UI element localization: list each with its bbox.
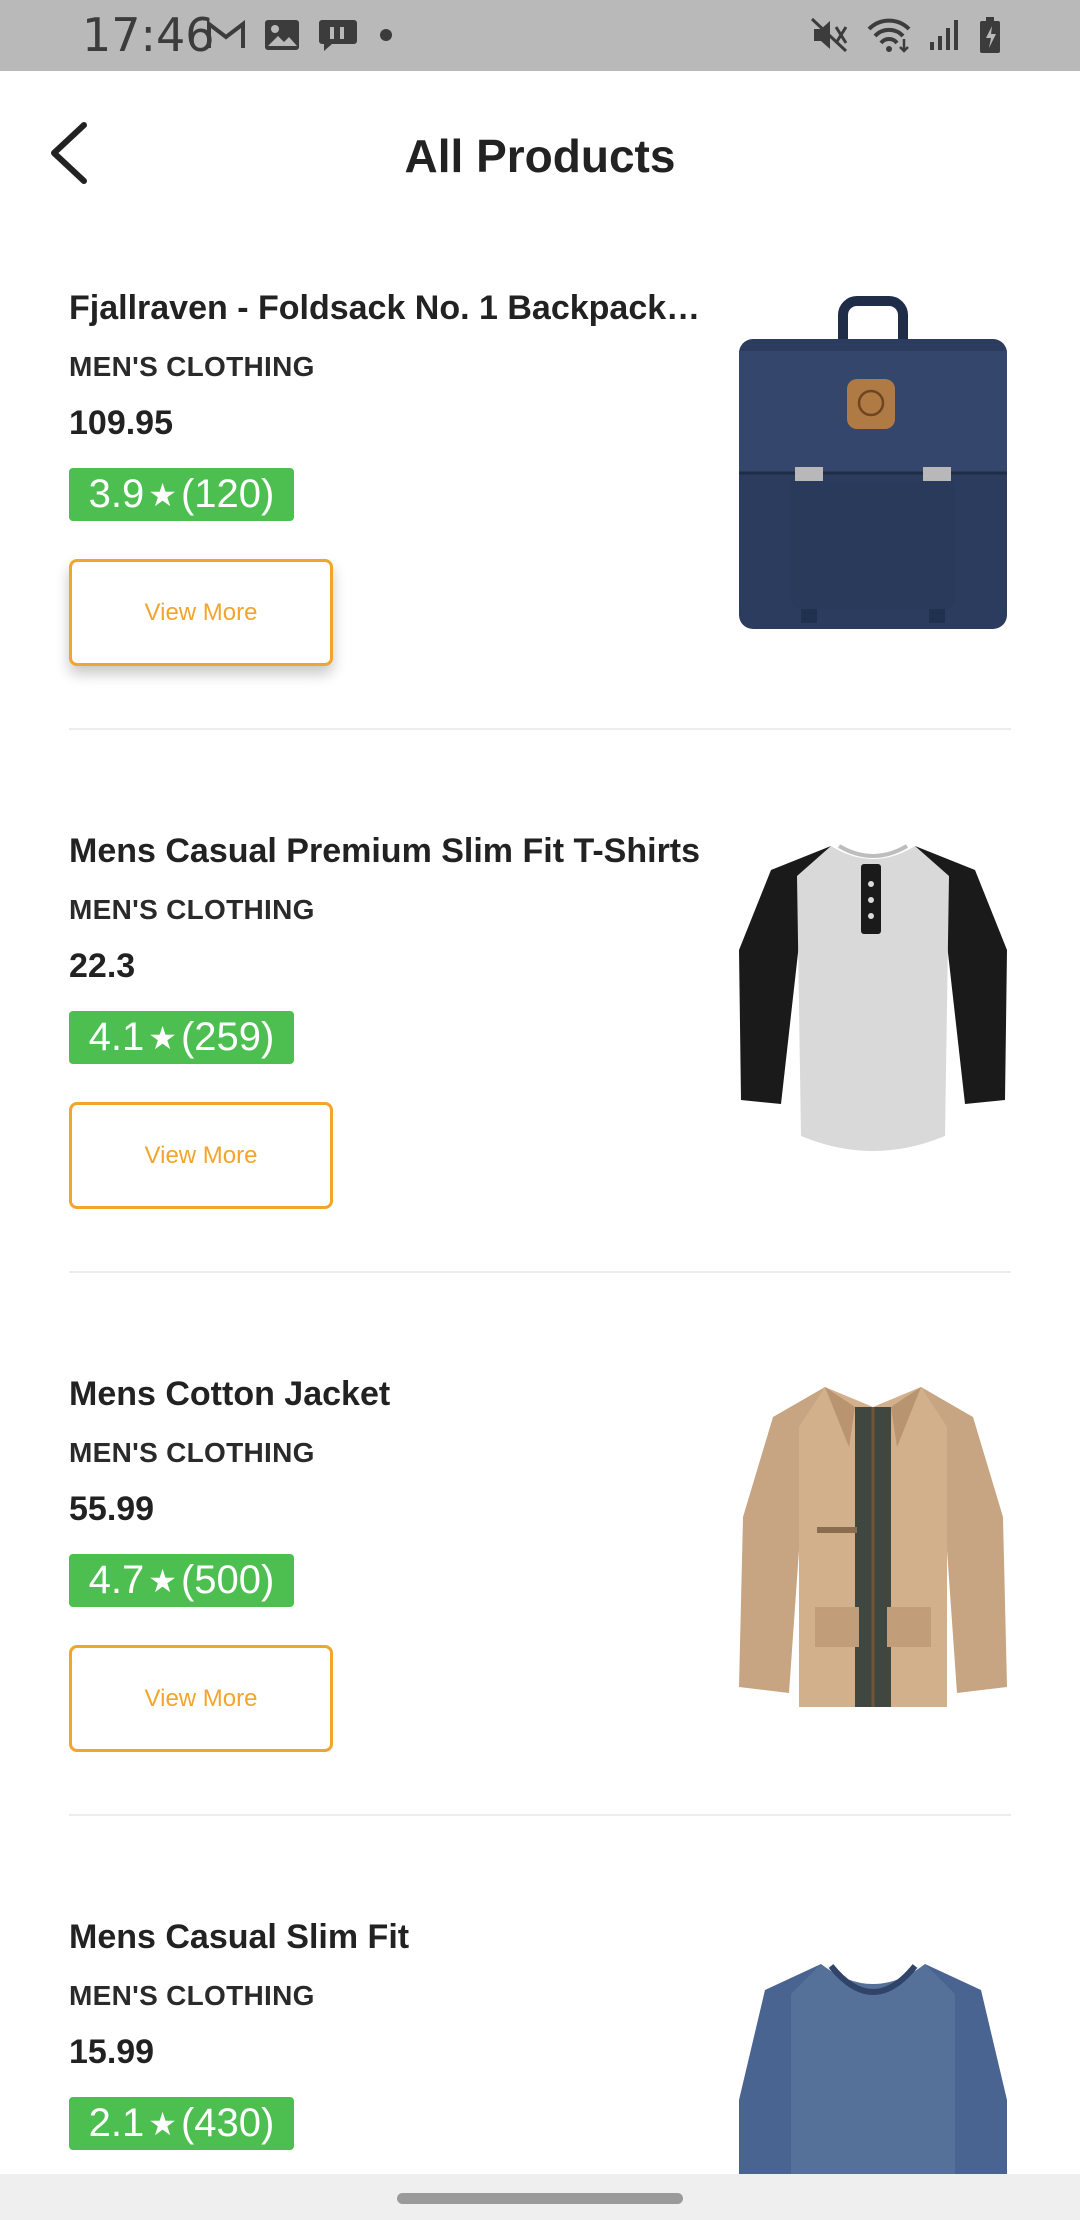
gmail-icon (206, 19, 246, 55)
rating-count: (500) (180, 1558, 275, 1602)
rating-value: 3.9 (88, 472, 145, 516)
rating-badge: 2.1 ★ (430) (69, 2097, 294, 2150)
product-category: MEN'S CLOTHING (69, 1980, 315, 2011)
divider (69, 1271, 1011, 1273)
rating-badge: 3.9 ★ (120) (69, 468, 294, 521)
product-image-tshirt[interactable] (735, 834, 1011, 1174)
status-time: 17:46 (82, 8, 215, 62)
rating-badge: 4.1 ★ (259) (69, 1011, 294, 1064)
rating-badge: 4.7 ★ (500) (69, 1554, 294, 1607)
product-title: Fjallraven - Foldsack No. 1 Backpack, Fi… (69, 289, 709, 327)
page-title: All Products (404, 130, 676, 182)
product-price: 109.95 (69, 404, 173, 442)
signal-icon (928, 18, 962, 57)
product-title: Mens Casual Slim Fit (69, 1918, 410, 1956)
view-more-button[interactable]: View More (69, 1102, 333, 1209)
gallery-icon (264, 19, 300, 56)
product-item[interactable]: Fjallraven - Foldsack No. 1 Backpack, Fi… (69, 241, 1011, 784)
divider (69, 728, 1011, 730)
battery-charging-icon (978, 16, 1002, 59)
product-category: MEN'S CLOTHING (69, 1437, 315, 1468)
wifi-icon (866, 17, 912, 58)
mute-icon (810, 17, 850, 58)
product-title: Mens Cotton Jacket (69, 1375, 391, 1413)
product-image-jacket[interactable] (735, 1377, 1011, 1717)
product-item[interactable]: Mens Casual Slim Fit MEN'S CLOTHING 15.9… (69, 1870, 1011, 2174)
star-icon: ★ (148, 1562, 177, 1599)
product-price: 22.3 (69, 947, 136, 985)
product-item[interactable]: Mens Cotton Jacket MEN'S CLOTHING 55.99 … (69, 1327, 1011, 1870)
rating-value: 2.1 (88, 2101, 145, 2145)
app-header: All Products (0, 71, 1080, 241)
star-icon: ★ (148, 476, 177, 513)
status-bar: 17:46 (0, 0, 1080, 71)
system-nav-bar (0, 2174, 1080, 2220)
rating-count: (120) (180, 472, 275, 516)
rating-value: 4.7 (88, 1558, 145, 1602)
product-title: Mens Casual Premium Slim Fit T-Shirts (69, 832, 701, 870)
view-more-button[interactable]: View More (69, 559, 333, 666)
product-item[interactable]: Mens Casual Premium Slim Fit T-Shirts ME… (69, 784, 1011, 1327)
product-image-backpack[interactable] (735, 291, 1011, 631)
rating-value: 4.1 (88, 1015, 145, 1059)
product-category: MEN'S CLOTHING (69, 894, 315, 925)
divider (69, 1814, 1011, 1816)
home-indicator[interactable] (397, 2193, 683, 2204)
dot-icon (376, 25, 396, 50)
star-icon: ★ (148, 1019, 177, 1056)
rating-count: (430) (180, 2101, 275, 2145)
view-more-button[interactable]: View More (69, 1645, 333, 1752)
product-price: 15.99 (69, 2033, 155, 2071)
rating-count: (259) (180, 1015, 275, 1059)
product-category: MEN'S CLOTHING (69, 351, 315, 382)
message-icon (318, 18, 358, 57)
product-image-long-sleeve[interactable] (735, 1950, 1011, 2174)
product-price: 55.99 (69, 1490, 155, 1528)
star-icon: ★ (148, 2105, 177, 2142)
